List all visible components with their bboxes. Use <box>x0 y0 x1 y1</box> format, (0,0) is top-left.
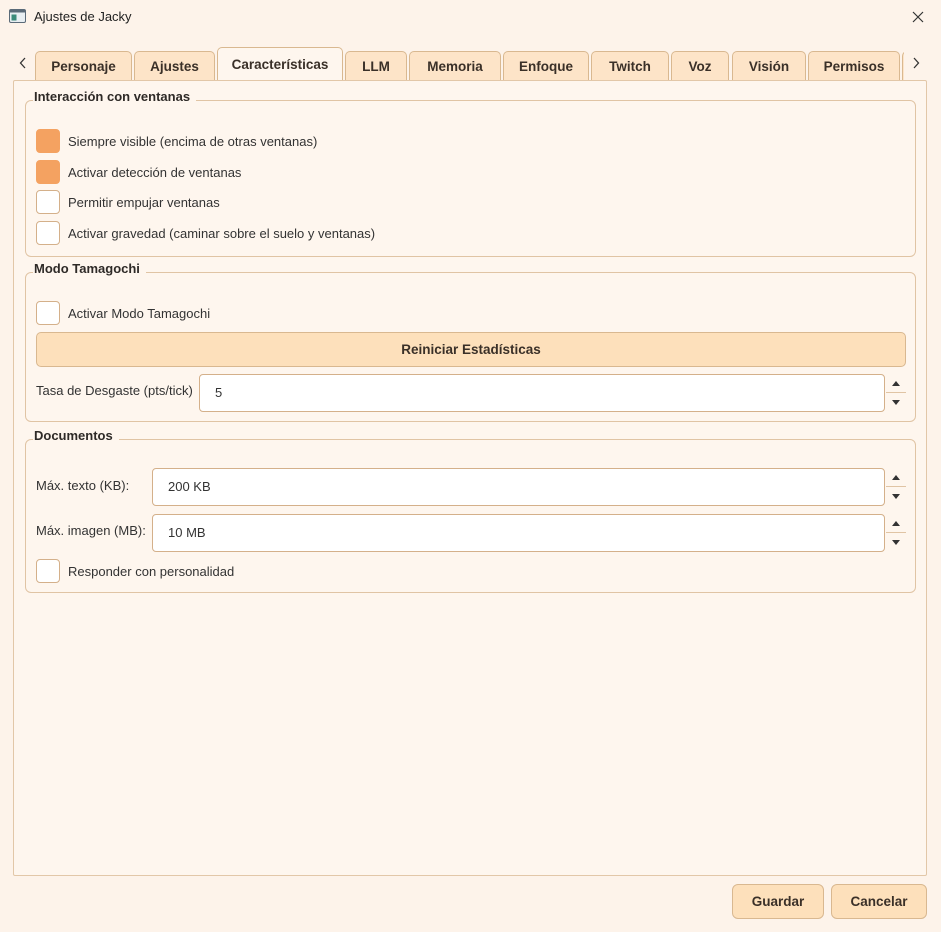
caret-down-icon <box>892 399 900 405</box>
tab-twitch[interactable]: Twitch <box>591 51 669 80</box>
decay-rate-down-button[interactable] <box>886 393 906 411</box>
max-image-down-button[interactable] <box>886 533 906 551</box>
personality-checkbox[interactable] <box>36 559 60 583</box>
max-text-arrows <box>886 468 906 506</box>
tab-personaje[interactable]: Personaje <box>35 51 132 80</box>
tamagotchi-enable-label: Activar Modo Tamagochi <box>68 305 211 321</box>
decay-rate-arrows <box>886 374 906 412</box>
gravity-checkbox[interactable] <box>36 221 60 245</box>
tab-enfoque[interactable]: Enfoque <box>503 51 589 80</box>
caret-down-icon <box>892 493 900 499</box>
tamagotchi-title: Modo Tamagochi <box>33 261 146 276</box>
max-text-up-button[interactable] <box>886 468 906 486</box>
decay-rate-up-button[interactable] <box>886 374 906 392</box>
personality-option[interactable]: Responder con personalidad <box>36 559 234 583</box>
window-detection-label: Activar detección de ventanas <box>68 164 242 180</box>
max-image-value[interactable]: 10 MB <box>168 515 206 550</box>
max-text-down-button[interactable] <box>886 487 906 505</box>
close-button[interactable] <box>895 0 941 33</box>
window-interaction-group: Interacción con ventanas Siempre visible… <box>25 89 916 257</box>
tab-strip: Personaje Ajustes Características LLM Me… <box>35 47 904 80</box>
window-detection-checkbox[interactable] <box>36 160 60 184</box>
gravity-option[interactable]: Activar gravedad (caminar sobre el suelo… <box>36 221 375 245</box>
always-on-top-checkbox[interactable] <box>36 129 60 153</box>
cancel-button[interactable]: Cancelar <box>831 884 927 919</box>
tab-memoria[interactable]: Memoria <box>409 51 501 80</box>
decay-rate-value[interactable]: 5 <box>215 375 222 410</box>
caret-up-icon <box>892 474 900 480</box>
max-image-up-button[interactable] <box>886 514 906 532</box>
push-windows-label: Permitir empujar ventanas <box>68 194 220 210</box>
max-text-label: Máx. texto (KB): <box>36 478 130 493</box>
push-windows-option[interactable]: Permitir empujar ventanas <box>36 190 220 214</box>
title-bar: Ajustes de Jacky <box>0 0 941 33</box>
chevron-left-icon <box>19 57 26 69</box>
caret-up-icon <box>892 520 900 526</box>
max-text-value[interactable]: 200 KB <box>168 469 211 504</box>
tab-bar: Personaje Ajustes Características LLM Me… <box>0 43 941 80</box>
tab-scroll-right-button[interactable] <box>907 53 925 73</box>
tab-voz[interactable]: Voz <box>671 51 729 80</box>
always-on-top-label: Siempre visible (encima de otras ventana… <box>68 133 318 149</box>
tamagotchi-enable-checkbox[interactable] <box>36 301 60 325</box>
caret-down-icon <box>892 539 900 545</box>
max-text-spinbox[interactable]: 200 KB <box>152 468 906 506</box>
gravity-label: Activar gravedad (caminar sobre el suelo… <box>68 225 376 241</box>
push-windows-checkbox[interactable] <box>36 190 60 214</box>
caret-up-icon <box>892 380 900 386</box>
tab-vision[interactable]: Visión <box>732 51 806 80</box>
window-detection-option[interactable]: Activar detección de ventanas <box>36 160 241 184</box>
tamagotchi-enable-option[interactable]: Activar Modo Tamagochi <box>36 301 210 325</box>
tab-ajustes[interactable]: Ajustes <box>134 51 215 80</box>
decay-rate-spinbox[interactable]: 5 <box>199 374 906 412</box>
window-title: Ajustes de Jacky <box>34 9 132 24</box>
documents-title: Documentos <box>33 428 119 443</box>
tab-llm[interactable]: LLM <box>345 51 407 80</box>
max-image-spinbox[interactable]: 10 MB <box>152 514 906 552</box>
personality-label: Responder con personalidad <box>68 563 235 579</box>
tamagotchi-group: Modo Tamagochi Activar Modo Tamagochi Re… <box>25 261 916 422</box>
documents-group: Documentos Máx. texto (KB): 200 KB Máx. … <box>25 428 916 593</box>
reset-stats-button[interactable]: Reiniciar Estadísticas <box>36 332 906 367</box>
max-image-label: Máx. imagen (MB): <box>36 523 146 538</box>
tab-caracteristicas[interactable]: Características <box>217 47 343 80</box>
chevron-right-icon <box>913 57 920 69</box>
window-interaction-title: Interacción con ventanas <box>33 89 197 104</box>
tab-scroll-left-button[interactable] <box>14 53 32 73</box>
always-on-top-option[interactable]: Siempre visible (encima de otras ventana… <box>36 129 317 153</box>
characteristics-panel: Interacción con ventanas Siempre visible… <box>13 80 927 876</box>
max-image-arrows <box>886 514 906 552</box>
tab-overflow[interactable] <box>902 51 904 80</box>
decay-rate-label: Tasa de Desgaste (pts/tick) <box>36 383 193 398</box>
close-icon <box>912 11 924 22</box>
tab-permisos[interactable]: Permisos <box>808 51 900 80</box>
save-button[interactable]: Guardar <box>732 884 824 919</box>
app-window-icon <box>9 9 26 23</box>
